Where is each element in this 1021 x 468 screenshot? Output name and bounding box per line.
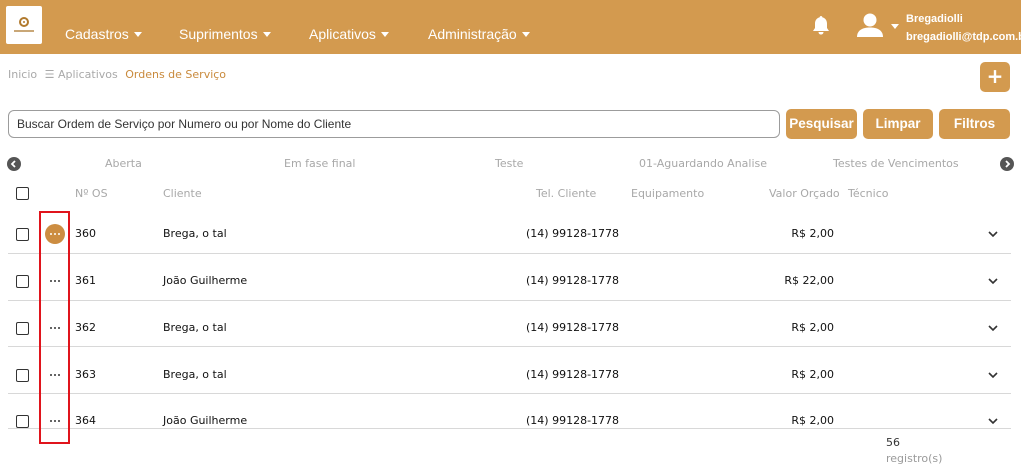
quoted-value: R$ 2,00 [791,321,834,334]
client-name: Brega, o tal [163,321,227,334]
chevron-down-icon[interactable] [987,276,999,286]
total-label: registro(s) [886,452,943,465]
menu-administracao[interactable]: Administração [428,26,530,42]
table-row[interactable]: 361 João Guilherme (14) 99128-1778 R$ 22,00 [0,257,1010,303]
column-header-os[interactable]: Nº OS [75,187,108,200]
column-header-client[interactable]: Cliente [163,187,202,200]
user-name[interactable]: Bregadiolli [906,13,963,25]
chevron-down-icon[interactable] [987,229,999,239]
total-count: 56 [886,436,900,449]
quoted-value: R$ 2,00 [791,414,834,427]
client-name: João Guilherme [163,414,248,427]
clear-button[interactable]: Limpar [863,109,933,139]
row-divider [8,300,1011,301]
user-menu-caret-icon[interactable] [891,24,899,29]
row-divider [8,393,1011,394]
row-divider [8,428,1011,429]
client-name: João Guilherme [163,274,248,287]
status-tab-teste[interactable]: Teste [495,157,523,170]
column-header-phone[interactable]: Tel. Cliente [536,187,596,200]
quoted-value: R$ 2,00 [791,227,834,240]
client-name: Brega, o tal [163,368,227,381]
os-number: 362 [75,321,96,334]
arrow-right-circle-icon[interactable] [1000,157,1014,171]
highlight-box [39,211,70,444]
status-tab-em-fase-final[interactable]: Em fase final [284,157,355,170]
row-checkbox[interactable] [16,275,29,288]
table-row[interactable]: 363 Brega, o tal (14) 99128-1778 R$ 2,00 [0,351,1010,397]
column-header-value[interactable]: Valor Orçado [769,187,840,200]
search-input[interactable] [8,110,780,138]
client-phone: (14) 99128-1778 [526,274,620,287]
top-navbar: Cadastros Suprimentos Aplicativos Admini… [0,0,1021,54]
bell-icon[interactable] [810,14,832,36]
search-button[interactable]: Pesquisar [786,109,857,139]
menu-suprimentos[interactable]: Suprimentos [179,26,271,42]
os-number: 360 [75,227,96,240]
column-header-technician[interactable]: Técnico [848,187,888,200]
row-checkbox[interactable] [16,228,29,241]
row-divider [8,253,1011,254]
table-row[interactable]: 360 Brega, o tal (14) 99128-1778 R$ 2,00 [0,210,1010,256]
row-checkbox[interactable] [16,415,29,428]
breadcrumb-home[interactable]: Inicio [8,68,37,81]
quoted-value: R$ 22,00 [784,274,834,287]
os-number: 363 [75,368,96,381]
os-number: 364 [75,414,96,427]
breadcrumb-current: Ordens de Serviço [125,68,227,81]
breadcrumb-section[interactable]: Aplicativos [58,68,118,81]
user-icon[interactable] [856,12,884,38]
caret-down-icon [133,32,142,37]
column-header-equipment[interactable]: Equipamento [631,187,704,200]
client-phone: (14) 99128-1778 [526,414,620,427]
client-phone: (14) 99128-1778 [526,227,620,240]
os-number: 361 [75,274,96,287]
user-email[interactable]: bregadiolli@tdp.com.br [906,31,1021,43]
select-all-checkbox[interactable] [16,187,29,200]
caret-down-icon [262,32,271,37]
logo-mark-icon [19,17,29,27]
menu-lines-icon: ☰ [44,68,55,81]
menu-aplicativos[interactable]: Aplicativos [309,26,389,42]
company-logo[interactable] [6,6,42,44]
row-checkbox[interactable] [16,369,29,382]
table-row[interactable]: 364 João Guilherme (14) 99128-1778 R$ 2,00 [0,397,1010,443]
status-tab-aguardando-analise[interactable]: 01-Aguardando Analise [639,157,767,170]
client-name: Brega, o tal [163,227,227,240]
client-phone: (14) 99128-1778 [526,321,620,334]
row-divider [8,346,1011,347]
plus-icon: + [986,64,1004,88]
quoted-value: R$ 2,00 [791,368,834,381]
breadcrumb: Inicio ☰ Aplicativos Ordens de Serviço [8,68,226,81]
client-phone: (14) 99128-1778 [526,368,620,381]
chevron-down-icon[interactable] [987,323,999,333]
menu-cadastros[interactable]: Cadastros [65,26,142,42]
caret-down-icon [521,32,530,37]
caret-down-icon [380,32,389,37]
status-tab-testes-vencimentos[interactable]: Testes de Vencimentos [833,157,959,170]
row-checkbox[interactable] [16,322,29,335]
add-order-button[interactable]: + [980,62,1010,92]
arrow-left-circle-icon[interactable] [7,157,21,171]
chevron-down-icon[interactable] [987,370,999,380]
status-tab-aberta[interactable]: Aberta [105,157,142,170]
chevron-down-icon[interactable] [987,416,999,426]
filters-button[interactable]: Filtros [939,109,1010,139]
table-row[interactable]: 362 Brega, o tal (14) 99128-1778 R$ 2,00 [0,304,1010,350]
